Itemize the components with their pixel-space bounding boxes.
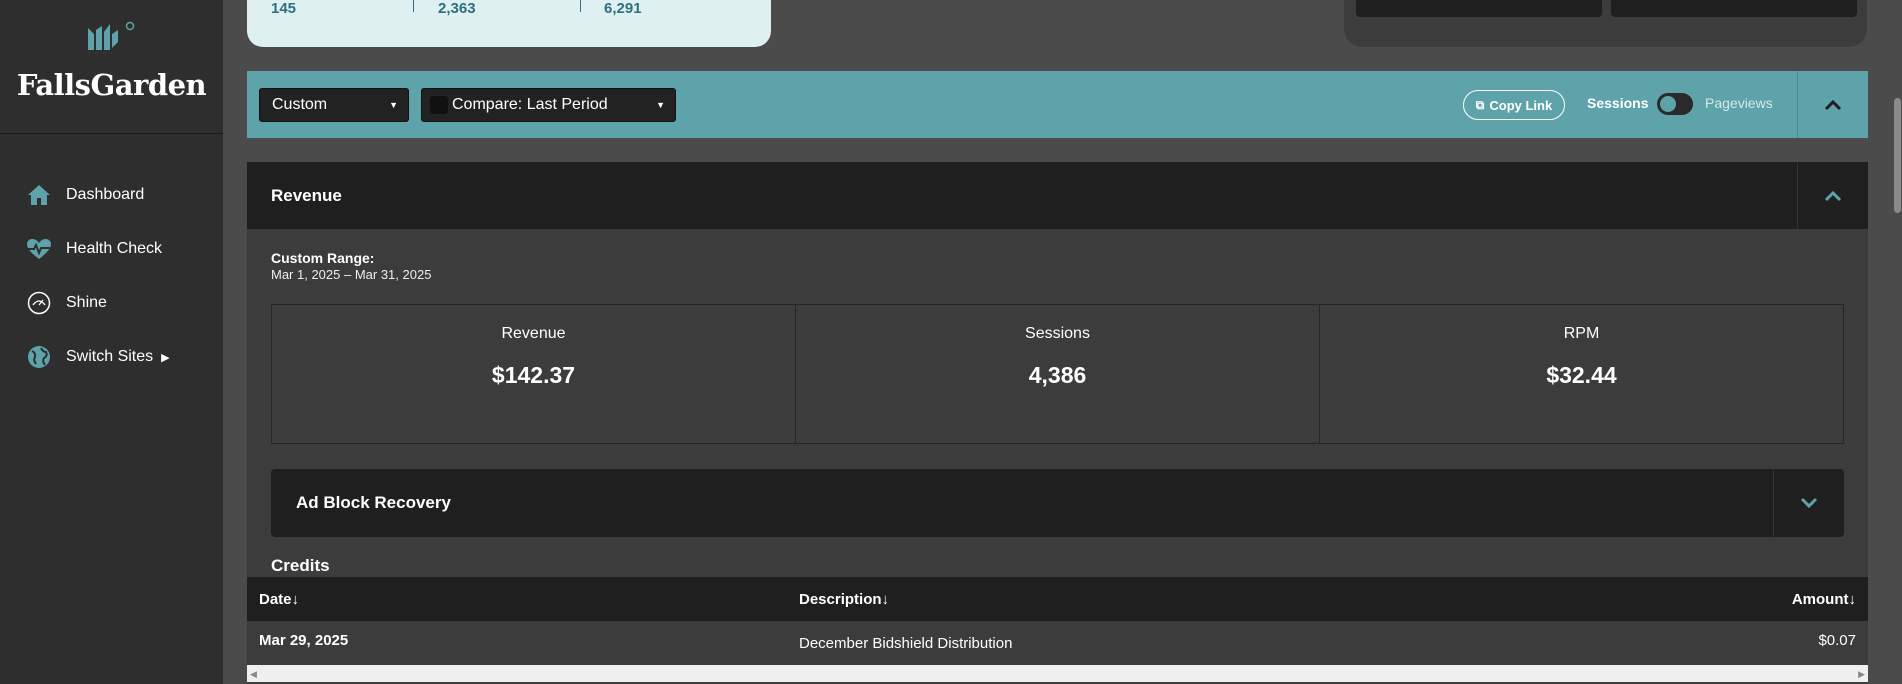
sidebar-item-health-check[interactable]: Health Check	[0, 236, 223, 262]
scroll-right-icon[interactable]: ▶	[1858, 669, 1865, 680]
table-row: Mar 29, 2025 December Bidshield Distribu…	[247, 621, 1868, 665]
heartbeat-icon	[26, 236, 52, 262]
logo-area: FallsGarden	[0, 0, 223, 134]
scrollbar-thumb[interactable]	[1894, 98, 1901, 213]
chevron-up-icon	[1824, 99, 1842, 110]
column-header-amount[interactable]: Amount↓	[1792, 591, 1856, 608]
revenue-panel-body: Custom Range: Mar 1, 2025 – Mar 31, 2025…	[247, 229, 1868, 684]
ad-block-recovery-title: Ad Block Recovery	[296, 493, 451, 512]
cell-description: December Bidshield Distribution	[799, 635, 1013, 652]
sidebar-item-label: Shine	[66, 294, 107, 311]
sidebar-item-label: Switch Sites	[66, 348, 154, 365]
globe-icon	[26, 344, 52, 370]
brand-logo-icon	[87, 21, 134, 50]
revenue-collapse-button[interactable]	[1797, 162, 1868, 229]
stat-value: 145	[271, 0, 297, 17]
ad-block-expand-button[interactable]	[1773, 469, 1844, 537]
custom-range-label: Custom Range:	[271, 250, 375, 266]
sessions-pageviews-toggle[interactable]	[1657, 93, 1693, 115]
metric-revenue: Revenue $142.37	[272, 305, 796, 443]
gauge-icon	[26, 290, 52, 316]
stat-divider	[580, 0, 581, 12]
revenue-panel-header: Revenue	[247, 162, 1868, 229]
panel-block	[1356, 0, 1602, 17]
stat-value: 2,363	[438, 0, 476, 17]
metric-rpm: RPM $32.44	[1320, 305, 1843, 443]
compare-value: Compare: Last Period	[452, 96, 608, 113]
custom-range-value: Mar 1, 2025 – Mar 31, 2025	[271, 267, 432, 282]
toggle-label-pageviews: Pageviews	[1705, 95, 1773, 111]
filter-collapse-button[interactable]	[1797, 71, 1868, 138]
metric-sessions: Sessions 4,386	[796, 305, 1320, 443]
home-icon	[26, 182, 52, 208]
sidebar-item-dashboard[interactable]: Dashboard	[0, 182, 223, 208]
chevron-down-icon	[1800, 497, 1818, 509]
filter-bar: Custom ▼ Compare: Last Period ▼ ⧉ Copy L…	[247, 71, 1868, 138]
stat-value: 6,291	[604, 0, 642, 17]
metric-label: Revenue	[501, 325, 566, 342]
date-range-select[interactable]: Custom ▼	[259, 88, 409, 122]
copy-icon: ⧉	[1475, 97, 1485, 112]
cell-date: Mar 29, 2025	[259, 632, 349, 649]
sidebar-nav: Dashboard Health Check Shine Switch Site…	[0, 182, 223, 370]
compare-color-swatch	[430, 96, 448, 114]
scroll-left-icon[interactable]: ◀	[250, 669, 257, 680]
toggle-knob	[1660, 96, 1676, 112]
panel-block	[1611, 0, 1857, 17]
metric-value: $142.37	[491, 362, 576, 388]
sidebar-item-switch-sites[interactable]: Switch Sites ▶	[0, 344, 223, 370]
toggle-label-sessions: Sessions	[1587, 95, 1649, 111]
top-right-panel	[1344, 0, 1867, 47]
date-range-value: Custom	[272, 96, 328, 113]
credits-table-header: Date↓ Description↓ Amount↓	[247, 577, 1868, 621]
sidebar-item-label: Dashboard	[66, 186, 145, 203]
caret-right-icon: ▶	[161, 351, 170, 364]
column-header-description[interactable]: Description↓	[799, 591, 889, 608]
chevron-up-icon	[1824, 190, 1842, 201]
copy-link-label: Copy Link	[1489, 97, 1553, 113]
summary-stats-card: 145 2,363 6,291	[247, 0, 771, 47]
metrics-grid: Revenue $142.37 Sessions 4,386 RPM $32.4…	[271, 304, 1844, 444]
metric-value: $32.44	[1546, 362, 1617, 388]
brand-name: FallsGarden	[16, 68, 207, 102]
metric-label: Sessions	[1025, 325, 1090, 342]
sidebar: FallsGarden Dashboard Health Check Shine…	[0, 0, 223, 684]
stat-divider	[413, 0, 414, 12]
dropdown-arrow-icon: ▼	[656, 100, 665, 110]
ad-block-recovery-section[interactable]: Ad Block Recovery	[271, 469, 1844, 537]
sidebar-item-shine[interactable]: Shine	[0, 290, 223, 316]
table-horizontal-scrollbar[interactable]: ◀ ▶	[247, 665, 1868, 682]
sidebar-item-label: Health Check	[66, 240, 163, 257]
credits-title: Credits	[271, 556, 330, 575]
cell-amount: $0.07	[1818, 632, 1856, 649]
page-vertical-scrollbar[interactable]	[1892, 0, 1902, 684]
metric-label: RPM	[1563, 325, 1600, 342]
metric-value: 4,386	[1028, 362, 1087, 388]
compare-select[interactable]: Compare: Last Period ▼	[421, 88, 676, 122]
column-header-date[interactable]: Date↓	[259, 591, 299, 608]
copy-link-button[interactable]: ⧉ Copy Link	[1463, 90, 1565, 120]
revenue-title: Revenue	[271, 186, 342, 205]
dropdown-arrow-icon: ▼	[389, 100, 398, 110]
